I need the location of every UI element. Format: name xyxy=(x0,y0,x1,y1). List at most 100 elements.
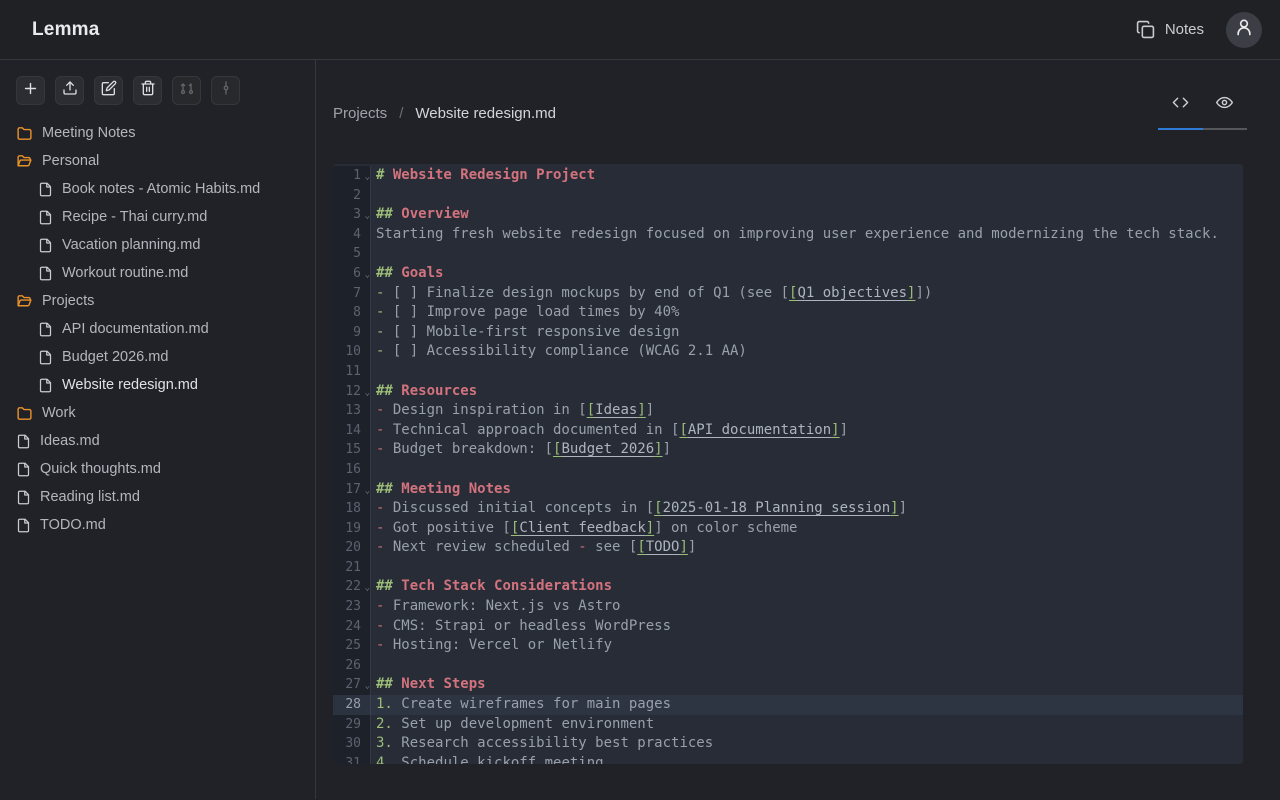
editor-line-20[interactable]: 20- Next review scheduled - see [[TODO]] xyxy=(333,538,1243,558)
upload-button[interactable] xyxy=(55,76,84,105)
editor-line-7[interactable]: 7- [ ] Finalize design mockups by end of… xyxy=(333,284,1243,304)
line-number: 4 xyxy=(333,225,371,245)
tree-folder-personal[interactable]: Personal xyxy=(0,147,315,175)
editor-line-23[interactable]: 23- Framework: Next.js vs Astro xyxy=(333,597,1243,617)
git-compare-button[interactable] xyxy=(172,76,201,105)
line-number: 22⌄ xyxy=(333,577,371,597)
editor-line-29[interactable]: 292. Set up development environment xyxy=(333,715,1243,735)
file-icon xyxy=(38,322,53,337)
tab-source-view[interactable] xyxy=(1158,86,1203,130)
line-content: 4. Schedule kickoff meeting xyxy=(371,754,1243,764)
account-button[interactable] xyxy=(1226,12,1262,48)
editor-line-14[interactable]: 14- Technical approach documented in [[A… xyxy=(333,421,1243,441)
eye-icon xyxy=(1216,94,1233,116)
editor-line-25[interactable]: 25- Hosting: Vercel or Netlify xyxy=(333,636,1243,656)
editor-line-3[interactable]: 3⌄## Overview xyxy=(333,205,1243,225)
line-content: ## Tech Stack Considerations xyxy=(371,577,1243,597)
editor-line-1[interactable]: 1⌄# Website Redesign Project xyxy=(333,166,1243,186)
trash-icon xyxy=(140,80,156,101)
tree-item-label: Workout routine.md xyxy=(62,265,188,281)
editor-line-19[interactable]: 19- Got positive [[Client feedback]] on … xyxy=(333,519,1243,539)
editor-line-17[interactable]: 17⌄## Meeting Notes xyxy=(333,480,1243,500)
tree-item-label: Recipe - Thai curry.md xyxy=(62,209,207,225)
file-icon xyxy=(38,210,53,225)
git-commit-button[interactable] xyxy=(211,76,240,105)
line-number: 30 xyxy=(333,734,371,754)
editor-line-6[interactable]: 6⌄## Goals xyxy=(333,264,1243,284)
tree-file-reading-list-md[interactable]: Reading list.md xyxy=(0,483,315,511)
line-content: - Discussed initial concepts in [[2025-0… xyxy=(371,499,1243,519)
tab-preview-view[interactable] xyxy=(1203,86,1248,130)
editor-line-24[interactable]: 24- CMS: Strapi or headless WordPress xyxy=(333,617,1243,637)
editor-line-12[interactable]: 12⌄## Resources xyxy=(333,382,1243,402)
line-content: ## Resources xyxy=(371,382,1243,402)
editor-line-26[interactable]: 26 xyxy=(333,656,1243,676)
editor-line-4[interactable]: 4Starting fresh website redesign focused… xyxy=(333,225,1243,245)
editor-line-27[interactable]: 27⌄## Next Steps xyxy=(333,675,1243,695)
editor-line-5[interactable]: 5 xyxy=(333,244,1243,264)
code-icon xyxy=(1172,94,1189,116)
tree-item-label: Budget 2026.md xyxy=(62,349,168,365)
editor-line-21[interactable]: 21 xyxy=(333,558,1243,578)
editor-line-22[interactable]: 22⌄## Tech Stack Considerations xyxy=(333,577,1243,597)
tree-file-book-notes-atomic-habits-md[interactable]: Book notes - Atomic Habits.md xyxy=(0,175,315,203)
line-content: 3. Research accessibility best practices xyxy=(371,734,1243,754)
plus-icon xyxy=(22,80,39,102)
line-content: Starting fresh website redesign focused … xyxy=(371,225,1243,245)
line-content: - Framework: Next.js vs Astro xyxy=(371,597,1243,617)
line-content: # Website Redesign Project xyxy=(371,166,1243,186)
tree-item-label: Work xyxy=(42,405,76,421)
breadcrumb-folder[interactable]: Projects xyxy=(333,105,387,122)
file-icon xyxy=(38,350,53,365)
file-icon xyxy=(16,462,31,477)
tree-item-label: Meeting Notes xyxy=(42,125,136,141)
editor-line-18[interactable]: 18- Discussed initial concepts in [[2025… xyxy=(333,499,1243,519)
tree-file-budget-2026-md[interactable]: Budget 2026.md xyxy=(0,343,315,371)
file-icon xyxy=(38,378,53,393)
editor-line-28[interactable]: 281. Create wireframes for main pages xyxy=(333,695,1243,715)
editor-line-9[interactable]: 9- [ ] Mobile-first responsive design xyxy=(333,323,1243,343)
editor-line-10[interactable]: 10- [ ] Accessibility compliance (WCAG 2… xyxy=(333,342,1243,362)
line-content: - Technical approach documented in [[API… xyxy=(371,421,1243,441)
editor-line-15[interactable]: 15- Budget breakdown: [[Budget 2026]] xyxy=(333,440,1243,460)
line-content: - Budget breakdown: [[Budget 2026]] xyxy=(371,440,1243,460)
file-icon xyxy=(38,266,53,281)
editor-line-31[interactable]: 314. Schedule kickoff meeting xyxy=(333,754,1243,764)
line-content: - [ ] Mobile-first responsive design xyxy=(371,323,1243,343)
markdown-editor[interactable]: 1⌄# Website Redesign Project23⌄## Overvi… xyxy=(333,164,1243,764)
line-number: 5 xyxy=(333,244,371,264)
line-number: 19 xyxy=(333,519,371,539)
editor-line-8[interactable]: 8- [ ] Improve page load times by 40% xyxy=(333,303,1243,323)
line-content: 2. Set up development environment xyxy=(371,715,1243,735)
tree-file-quick-thoughts-md[interactable]: Quick thoughts.md xyxy=(0,455,315,483)
line-content: - Got positive [[Client feedback]] on co… xyxy=(371,519,1243,539)
line-content: - [ ] Finalize design mockups by end of … xyxy=(371,284,1243,304)
folder-open-icon xyxy=(16,293,33,310)
line-content: - Hosting: Vercel or Netlify xyxy=(371,636,1243,656)
editor-line-30[interactable]: 303. Research accessibility best practic… xyxy=(333,734,1243,754)
editor-line-11[interactable]: 11 xyxy=(333,362,1243,382)
edit-button[interactable] xyxy=(94,76,123,105)
editor-line-13[interactable]: 13- Design inspiration in [[Ideas]] xyxy=(333,401,1243,421)
editor-line-2[interactable]: 2 xyxy=(333,186,1243,206)
tree-file-vacation-planning-md[interactable]: Vacation planning.md xyxy=(0,231,315,259)
line-content xyxy=(371,460,1243,480)
tree-file-api-documentation-md[interactable]: API documentation.md xyxy=(0,315,315,343)
delete-button[interactable] xyxy=(133,76,162,105)
file-icon xyxy=(38,238,53,253)
tree-file-ideas-md[interactable]: Ideas.md xyxy=(0,427,315,455)
tree-file-recipe-thai-curry-md[interactable]: Recipe - Thai curry.md xyxy=(0,203,315,231)
tree-folder-work[interactable]: Work xyxy=(0,399,315,427)
file-tree: Meeting Notes PersonalBook notes - Atomic… xyxy=(0,119,315,539)
new-note-button[interactable] xyxy=(16,76,45,105)
tree-folder-projects[interactable]: Projects xyxy=(0,287,315,315)
notes-button[interactable]: Notes xyxy=(1136,20,1204,39)
tree-file-website-redesign-md[interactable]: Website redesign.md xyxy=(0,371,315,399)
folder-open-icon xyxy=(16,153,33,170)
editor-line-16[interactable]: 16 xyxy=(333,460,1243,480)
line-number: 21 xyxy=(333,558,371,578)
line-number: 17⌄ xyxy=(333,480,371,500)
tree-folder-meeting-notes[interactable]: Meeting Notes xyxy=(0,119,315,147)
tree-file-workout-routine-md[interactable]: Workout routine.md xyxy=(0,259,315,287)
tree-file-todo-md[interactable]: TODO.md xyxy=(0,511,315,539)
